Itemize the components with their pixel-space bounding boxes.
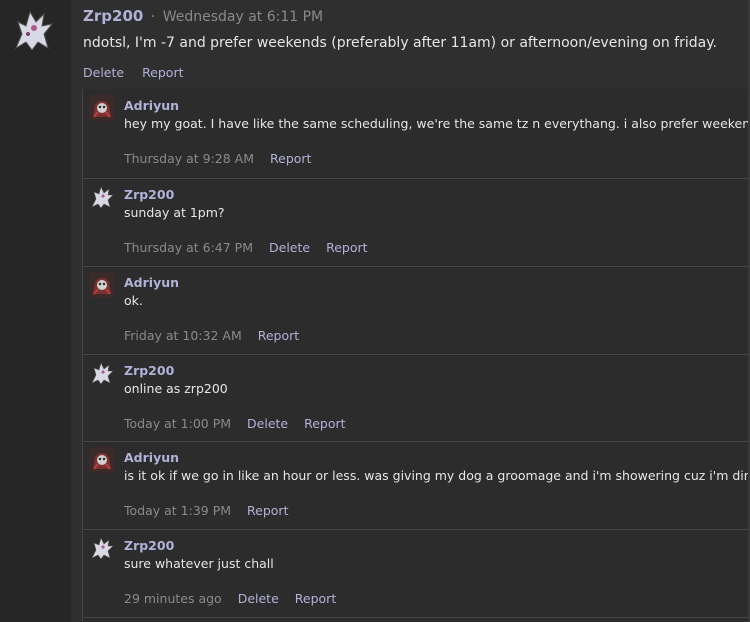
reply-item: Zrp200 sunday at 1pm? Thursday at 6:47 PM D…	[83, 178, 750, 267]
header-separator: ·	[150, 9, 156, 25]
red-creature-avatar[interactable]	[89, 95, 115, 121]
main-post-time[interactable]: Wednesday at 6:11 PM	[163, 9, 323, 25]
red-creature-avatar[interactable]	[89, 447, 115, 473]
red-creature-avatar[interactable]	[89, 272, 115, 298]
reply-meta: Thursday at 6:47 PM Delete Report	[124, 240, 384, 255]
reply-item: Zrp200 online as zrp200 Today at 1:00 PM De…	[83, 354, 750, 442]
reply-time[interactable]: Thursday at 6:47 PM	[124, 240, 253, 255]
reply-text: sure whatever just chall	[124, 556, 274, 571]
reply-text: online as zrp200	[124, 381, 228, 396]
main-post-actions: Delete Report	[83, 65, 198, 80]
reply-meta: Friday at 10:32 AM Report	[124, 328, 315, 343]
reply-time[interactable]: Friday at 10:32 AM	[124, 328, 242, 343]
delete-button[interactable]: Delete	[247, 416, 288, 431]
reply-meta: Today at 1:00 PM Delete Report	[124, 416, 362, 431]
reply-author-link[interactable]: Zrp200	[124, 363, 174, 378]
report-button[interactable]: Report	[304, 416, 345, 431]
reply-item: Zrp200 sure whatever just chall 29 minutes…	[83, 529, 750, 618]
reply-author-link[interactable]: Zrp200	[124, 538, 174, 553]
reply-text: is it ok if we go in like an hour or les…	[124, 468, 750, 483]
delete-button[interactable]: Delete	[269, 240, 310, 255]
reply-item: Adriyun hey my goat. I have like the same…	[83, 89, 750, 179]
report-button[interactable]: Report	[142, 65, 183, 80]
white-creature-avatar[interactable]	[89, 360, 115, 386]
white-creature-avatar[interactable]	[89, 535, 115, 561]
main-author-link[interactable]: Zrp200	[83, 7, 143, 25]
reply-time[interactable]: Thursday at 9:28 AM	[124, 151, 254, 166]
reply-meta: 29 minutes ago Delete Report	[124, 591, 352, 606]
replies-thread: Adriyun hey my goat. I have like the same…	[82, 89, 750, 622]
reply-text: ok.	[124, 293, 143, 308]
report-button[interactable]: Report	[270, 151, 311, 166]
reply-item: Adriyun is it ok if we go in like an hour…	[83, 441, 750, 530]
main-user-avatar[interactable]	[8, 4, 58, 54]
reply-text: sunday at 1pm?	[124, 205, 225, 220]
reply-text: hey my goat. I have like the same schedu…	[124, 116, 750, 131]
white-creature-avatar[interactable]	[89, 184, 115, 210]
delete-button[interactable]: Delete	[83, 65, 124, 80]
left-rail	[0, 0, 71, 622]
reply-author-link[interactable]: Adriyun	[124, 98, 179, 113]
report-button[interactable]: Report	[258, 328, 299, 343]
reply-item: Adriyun ok. Friday at 10:32 AM Report	[83, 266, 750, 355]
reply-meta: Thursday at 9:28 AM Report	[124, 151, 327, 166]
reply-author-link[interactable]: Adriyun	[124, 450, 179, 465]
reply-author-link[interactable]: Adriyun	[124, 275, 179, 290]
delete-button[interactable]: Delete	[238, 591, 279, 606]
reply-author-link[interactable]: Zrp200	[124, 187, 174, 202]
report-button[interactable]: Report	[247, 503, 288, 518]
main-post-text: ndotsl, I'm -7 and prefer weekends (pref…	[83, 35, 717, 51]
main-post-header: Zrp200 · Wednesday at 6:11 PM	[83, 7, 323, 25]
reply-time[interactable]: 29 minutes ago	[124, 591, 222, 606]
reply-time[interactable]: Today at 1:00 PM	[124, 416, 231, 431]
report-button[interactable]: Report	[326, 240, 367, 255]
reply-meta: Today at 1:39 PM Report	[124, 503, 304, 518]
reply-time[interactable]: Today at 1:39 PM	[124, 503, 231, 518]
report-button[interactable]: Report	[295, 591, 336, 606]
